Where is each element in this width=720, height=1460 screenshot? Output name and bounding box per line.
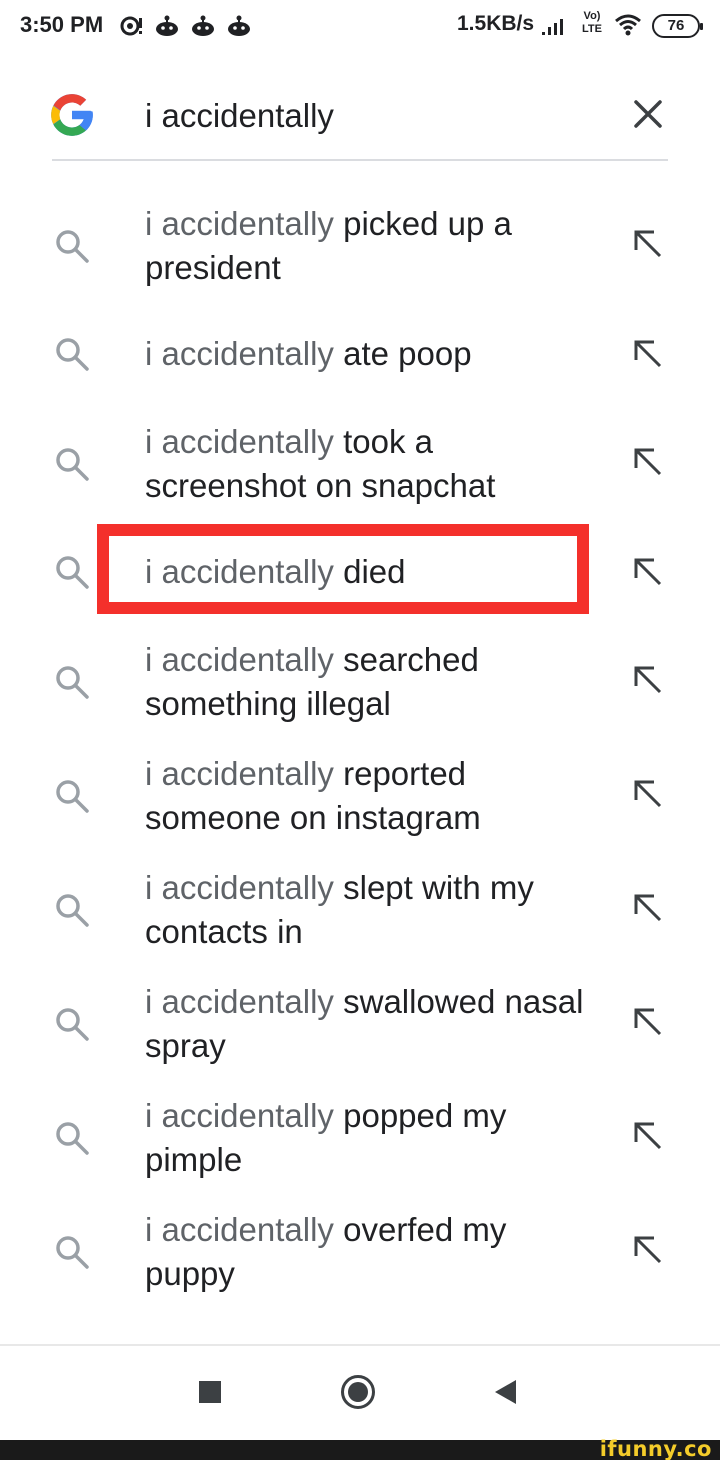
arrow-up-left-icon[interactable]: [630, 890, 666, 926]
search-bar[interactable]: i accidentally: [0, 70, 720, 162]
suggestion-item[interactable]: i accidentally picked up a president: [0, 200, 720, 300]
suggestion-prefix: i accidentally: [145, 335, 334, 372]
suggestion-text: i accidentally swallowed nasal spray: [145, 980, 595, 1068]
suggestion-prefix: i accidentally: [145, 755, 334, 792]
search-icon: [56, 1122, 89, 1155]
suggestion-text: i accidentally overfed my puppy: [145, 1208, 595, 1296]
suggestion-item[interactable]: i accidentally swallowed nasal spray: [0, 978, 720, 1078]
arrow-up-left-icon[interactable]: [630, 226, 666, 262]
search-input[interactable]: i accidentally: [145, 97, 334, 135]
status-time: 3:50 PM: [20, 12, 104, 37]
suggestion-text: i accidentally took a screenshot on snap…: [145, 420, 595, 508]
recents-square-icon[interactable]: [198, 1380, 222, 1404]
suggestion-text: i accidentally picked up a president: [145, 202, 595, 290]
notification-icon: [120, 16, 142, 36]
search-icon: [56, 894, 89, 927]
suggestion-prefix: i accidentally: [145, 205, 334, 242]
search-icon: [56, 666, 89, 699]
search-icon: [56, 1236, 89, 1269]
battery-icon: 76: [652, 14, 703, 38]
arrow-up-left-icon[interactable]: [630, 1232, 666, 1268]
suggestion-text: i accidentally reported someone on insta…: [145, 752, 595, 840]
back-triangle-icon[interactable]: [492, 1378, 520, 1406]
suggestion-text: i accidentally slept with my contacts in: [145, 866, 595, 954]
suggestion-item[interactable]: i accidentally popped my pimple: [0, 1092, 720, 1192]
suggestion-suffix: ate poop: [343, 335, 472, 372]
arrow-up-left-icon[interactable]: [630, 776, 666, 812]
suggestion-prefix: i accidentally: [145, 869, 334, 906]
search-icon: [56, 780, 89, 813]
reddit-icon: [192, 15, 214, 36]
lte-icon: Vo) LTE: [578, 10, 606, 36]
lte-top-label: Vo): [583, 10, 601, 22]
suggestion-prefix: i accidentally: [145, 1097, 334, 1134]
wifi-icon: [615, 14, 641, 36]
lte-bottom-label: LTE: [582, 23, 602, 35]
close-icon[interactable]: [628, 94, 668, 134]
search-icon: [56, 556, 89, 589]
suggestion-item[interactable]: i accidentally took a screenshot on snap…: [0, 418, 720, 518]
suggestion-text: i accidentally searched something illega…: [145, 638, 595, 726]
home-circle-icon[interactable]: [340, 1374, 376, 1410]
arrow-up-left-icon[interactable]: [630, 336, 666, 372]
suggestion-item[interactable]: i accidentally reported someone on insta…: [0, 750, 720, 850]
signal-icon: [542, 19, 563, 35]
search-icon: [56, 230, 89, 263]
suggestion-text: i accidentally popped my pimple: [145, 1094, 595, 1182]
navigation-bar: [0, 1346, 720, 1440]
search-divider: [52, 159, 668, 161]
suggestion-item[interactable]: i accidentally overfed my puppy: [0, 1206, 720, 1306]
watermark-logo: ifunny.co: [599, 1437, 712, 1460]
suggestion-item[interactable]: i accidentally ate poop: [0, 330, 720, 380]
google-g-logo[interactable]: [47, 90, 97, 140]
arrow-up-left-icon[interactable]: [630, 444, 666, 480]
search-icon: [56, 1008, 89, 1041]
arrow-up-left-icon[interactable]: [630, 1004, 666, 1040]
arrow-up-left-icon[interactable]: [630, 1118, 666, 1154]
arrow-up-left-icon[interactable]: [630, 554, 666, 590]
suggestion-prefix: i accidentally: [145, 641, 334, 678]
suggestion-prefix: i accidentally: [145, 1211, 334, 1248]
search-icon: [56, 448, 89, 481]
reddit-icon: [156, 15, 178, 36]
suggestion-prefix: i accidentally: [145, 423, 334, 460]
arrow-up-left-icon[interactable]: [630, 662, 666, 698]
suggestion-item[interactable]: i accidentally searched something illega…: [0, 636, 720, 736]
suggestion-prefix: i accidentally: [145, 983, 334, 1020]
search-icon: [56, 338, 89, 371]
suggestion-text: i accidentally ate poop: [145, 332, 595, 376]
watermark-strip: ifunny.co: [0, 1437, 720, 1460]
highlight-box: [97, 524, 589, 614]
suggestion-item[interactable]: i accidentally slept with my contacts in: [0, 864, 720, 964]
network-speed: 1.5KB/s: [457, 12, 535, 35]
reddit-icon: [228, 15, 250, 36]
status-bar: 3:50 PM 1.5KB/s Vo) LTE 76: [0, 0, 720, 54]
